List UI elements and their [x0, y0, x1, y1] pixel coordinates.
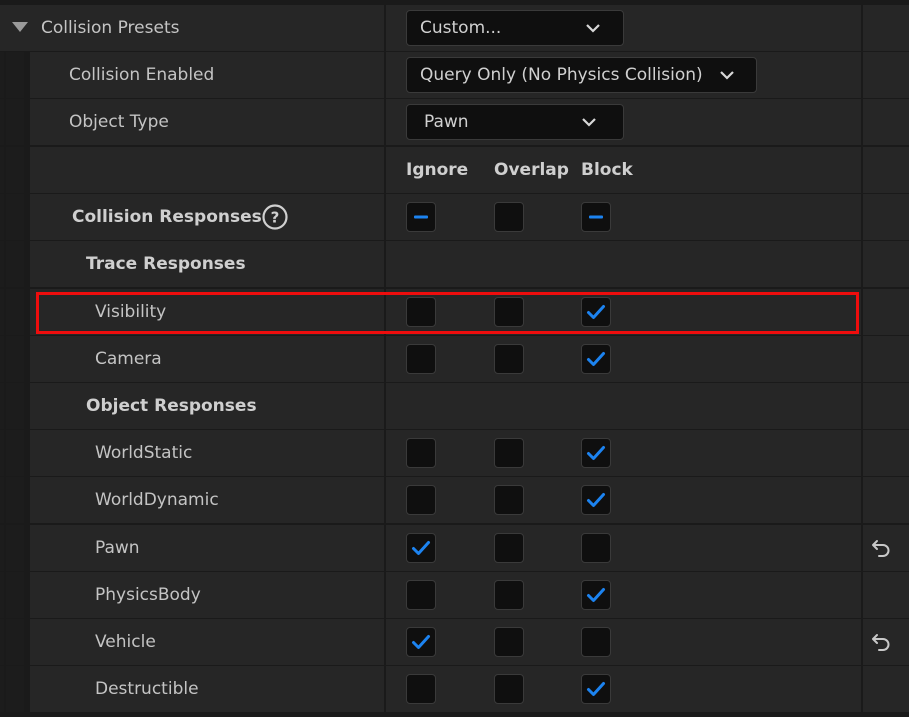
channel-row-vehicle: Vehicle	[0, 619, 909, 665]
chevron-down-icon	[720, 71, 734, 80]
channel-label: Pawn	[95, 538, 140, 558]
column-header-row: Ignore Overlap Block	[0, 147, 909, 193]
channel-row-pawn: Pawn	[0, 525, 909, 571]
checkmark-icon	[587, 446, 605, 460]
physicsbody-block-checkbox[interactable]	[581, 580, 611, 610]
channel-row-physicsbody: PhysicsBody	[0, 572, 909, 618]
collision-enabled-value: Query Only (No Physics Collision)	[420, 65, 703, 85]
channel-label: Camera	[95, 349, 162, 369]
channel-row-worldstatic: WorldStatic	[0, 430, 909, 476]
collision-responses-row: Collision Responses ?	[0, 194, 909, 240]
channel-label: WorldStatic	[95, 443, 193, 463]
checkmark-icon	[587, 352, 605, 366]
vehicle-ignore-checkbox[interactable]	[406, 627, 436, 657]
worldstatic-overlap-checkbox[interactable]	[494, 438, 524, 468]
object-type-dropdown[interactable]: Pawn	[406, 104, 624, 140]
worlddynamic-ignore-checkbox[interactable]	[406, 485, 436, 515]
trace-responses-row: Trace Responses	[0, 241, 909, 287]
destructible-block-checkbox[interactable]	[581, 674, 611, 704]
checkmark-icon	[587, 682, 605, 696]
channel-label: PhysicsBody	[95, 585, 201, 605]
trace-responses-label: Trace Responses	[86, 254, 246, 274]
destructible-ignore-checkbox[interactable]	[406, 674, 436, 704]
worlddynamic-block-checkbox[interactable]	[581, 485, 611, 515]
collision-enabled-label: Collision Enabled	[69, 65, 215, 85]
checkmark-icon	[412, 635, 430, 649]
chevron-down-icon	[582, 118, 596, 127]
physicsbody-ignore-checkbox[interactable]	[406, 580, 436, 610]
undo-arrow-icon[interactable]	[870, 537, 892, 559]
collision-responses-label: Collision Responses	[72, 207, 262, 227]
worldstatic-block-checkbox[interactable]	[581, 438, 611, 468]
help-glyph: ?	[271, 209, 280, 227]
camera-block-checkbox[interactable]	[581, 344, 611, 374]
channel-label: Destructible	[95, 679, 199, 699]
pawn-ignore-checkbox[interactable]	[406, 533, 436, 563]
chevron-down-icon	[586, 24, 600, 33]
object-responses-row: Object Responses	[0, 383, 909, 429]
vehicle-block-checkbox[interactable]	[581, 627, 611, 657]
checkmark-icon	[587, 493, 605, 507]
visibility-block-checkbox[interactable]	[581, 297, 611, 327]
column-block-header: Block	[581, 160, 633, 180]
pawn-overlap-checkbox[interactable]	[494, 533, 524, 563]
question-circle-icon[interactable]: ?	[262, 204, 288, 230]
channel-row-camera: Camera	[0, 336, 909, 382]
worldstatic-ignore-checkbox[interactable]	[406, 438, 436, 468]
collision-responses-overlap-checkbox[interactable]	[494, 202, 524, 232]
channel-label: Visibility	[95, 302, 167, 322]
physicsbody-overlap-checkbox[interactable]	[494, 580, 524, 610]
checkmark-icon	[412, 541, 430, 555]
undo-arrow-icon[interactable]	[870, 631, 892, 653]
pawn-block-checkbox[interactable]	[581, 533, 611, 563]
collision-presets-value: Custom...	[420, 18, 502, 38]
column-overlap-header: Overlap	[494, 160, 569, 180]
collision-responses-block-checkbox[interactable]	[581, 202, 611, 232]
mixed-dash-icon	[589, 215, 603, 219]
camera-overlap-checkbox[interactable]	[494, 344, 524, 374]
collision-enabled-row: Collision Enabled Query Only (No Physics…	[0, 52, 909, 98]
mixed-dash-icon	[414, 215, 428, 219]
object-type-label: Object Type	[69, 112, 169, 132]
vehicle-overlap-checkbox[interactable]	[494, 627, 524, 657]
visibility-overlap-checkbox[interactable]	[494, 297, 524, 327]
object-type-value: Pawn	[424, 112, 469, 132]
destructible-overlap-checkbox[interactable]	[494, 674, 524, 704]
object-responses-label: Object Responses	[86, 396, 257, 416]
channel-row-visibility: Visibility	[0, 289, 909, 335]
collision-presets-row: Collision Presets Custom...	[0, 5, 909, 51]
channel-label: WorldDynamic	[95, 490, 219, 510]
channel-row-worlddynamic: WorldDynamic	[0, 477, 909, 523]
channel-row-destructible: Destructible	[0, 666, 909, 712]
visibility-ignore-checkbox[interactable]	[406, 297, 436, 327]
camera-ignore-checkbox[interactable]	[406, 344, 436, 374]
checkmark-icon	[587, 305, 605, 319]
collision-enabled-dropdown[interactable]: Query Only (No Physics Collision)	[406, 57, 757, 93]
worlddynamic-overlap-checkbox[interactable]	[494, 485, 524, 515]
object-type-row: Object Type Pawn	[0, 99, 909, 145]
collision-presets-label: Collision Presets	[41, 18, 180, 38]
details-panel: Collision Presets Custom... Collision En…	[0, 0, 909, 717]
channel-label: Vehicle	[95, 632, 156, 652]
triangle-down-icon[interactable]	[12, 22, 28, 32]
collision-presets-dropdown[interactable]: Custom...	[406, 10, 624, 46]
collision-responses-ignore-checkbox[interactable]	[406, 202, 436, 232]
column-ignore-header: Ignore	[406, 160, 469, 180]
checkmark-icon	[587, 588, 605, 602]
